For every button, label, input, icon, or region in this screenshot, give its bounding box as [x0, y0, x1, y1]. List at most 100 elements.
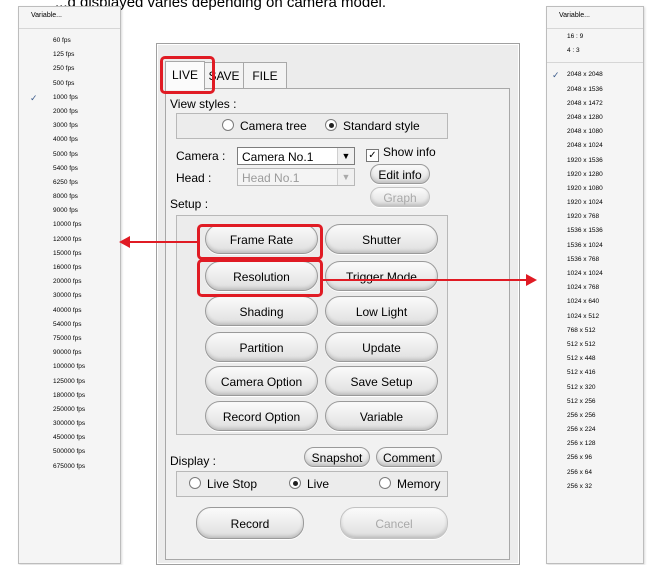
resolution-menu-item[interactable]: 512 x 320: [547, 381, 643, 395]
aspect-menu-item[interactable]: 16 : 9: [547, 30, 643, 44]
fps-menu-item[interactable]: 3000 fps: [19, 119, 120, 133]
fps-menu-item[interactable]: 10000 fps: [19, 218, 120, 232]
resolution-highlight: [197, 259, 323, 297]
radio-live-stop[interactable]: Live Stop: [189, 477, 257, 491]
fps-menu-item[interactable]: 15000 fps: [19, 247, 120, 261]
shutter-button[interactable]: Shutter: [325, 224, 438, 254]
fps-menu-item[interactable]: 90000 fps: [19, 346, 120, 360]
fps-menu-item[interactable]: 6250 fps: [19, 176, 120, 190]
fps-menu-item[interactable]: 16000 fps: [19, 261, 120, 275]
resolution-menu-item[interactable]: 256 x 32: [547, 480, 643, 494]
fps-menu-item[interactable]: 180000 fps: [19, 389, 120, 403]
fps-menu-item[interactable]: 125000 fps: [19, 375, 120, 389]
fps-menu-item[interactable]: 30000 fps: [19, 289, 120, 303]
fps-menu-item[interactable]: 75000 fps: [19, 332, 120, 346]
shading-button[interactable]: Shading: [205, 296, 318, 326]
resolution-menu-item[interactable]: 2048 x 1472: [547, 97, 643, 111]
camera-option-button[interactable]: Camera Option: [205, 366, 318, 396]
head-select[interactable]: Head No.1 ▼: [237, 168, 355, 186]
radio-standard-style[interactable]: Standard style: [325, 119, 420, 133]
fps-menu-item[interactable]: 300000 fps: [19, 417, 120, 431]
resolution-menu-item[interactable]: 2048 x 1536: [547, 83, 643, 97]
resolution-menu-item[interactable]: 256 x 256: [547, 409, 643, 423]
fps-menu-item[interactable]: 4000 fps: [19, 133, 120, 147]
low-light-button[interactable]: Low Light: [325, 296, 438, 326]
camera-select[interactable]: Camera No.1 ▼: [237, 147, 355, 165]
trigger-mode-button[interactable]: Trigger Mode: [325, 261, 438, 291]
fps-menu-item[interactable]: 5000 fps: [19, 148, 120, 162]
fps-menu-item[interactable]: 8000 fps: [19, 190, 120, 204]
partition-button[interactable]: Partition: [205, 332, 318, 362]
resolution-menu-item[interactable]: 512 x 416: [547, 366, 643, 380]
menu-divider: [547, 62, 643, 64]
resolution-menu-item[interactable]: 1920 x 1024: [547, 196, 643, 210]
arrow-right-icon: [526, 274, 537, 286]
resolution-menu-item[interactable]: 1024 x 512: [547, 310, 643, 324]
resolution-menu-item[interactable]: 256 x 128: [547, 437, 643, 451]
fps-menu-item[interactable]: 500 fps: [19, 77, 120, 91]
chevron-down-icon: ▼: [337, 148, 354, 164]
record-option-button[interactable]: Record Option: [205, 401, 318, 431]
graph-button[interactable]: Graph: [370, 187, 430, 207]
resolution-menu-item[interactable]: 2048 x 1080: [547, 125, 643, 139]
resolution-menu-item[interactable]: 256 x 224: [547, 423, 643, 437]
display-label: Display :: [170, 454, 217, 468]
resolution-menu-item[interactable]: 2048 x 1024: [547, 139, 643, 153]
fps-menu-item[interactable]: 12000 fps: [19, 233, 120, 247]
fps-menu-item[interactable]: 60 fps: [19, 34, 120, 48]
resolution-menu-item[interactable]: 2048 x 2048: [547, 68, 643, 82]
resolution-menu-item[interactable]: 1920 x 1536: [547, 154, 643, 168]
tab-file[interactable]: FILE: [243, 62, 287, 89]
variable-button[interactable]: Variable: [325, 401, 438, 431]
snapshot-button[interactable]: Snapshot: [304, 447, 370, 467]
fps-menu-item[interactable]: 250 fps: [19, 62, 120, 76]
fps-menu-item[interactable]: 1000 fps: [19, 91, 120, 105]
fps-menu-item[interactable]: 675000 fps: [19, 460, 120, 474]
resolution-menu-item[interactable]: 1024 x 1024: [547, 267, 643, 281]
resolution-menu-item[interactable]: 512 x 256: [547, 395, 643, 409]
fps-menu-item[interactable]: 125 fps: [19, 48, 120, 62]
resolution-menu-item[interactable]: 512 x 512: [547, 338, 643, 352]
resolution-menu-item[interactable]: 256 x 64: [547, 466, 643, 480]
radio-memory-dot: [379, 477, 391, 489]
fps-menu-header[interactable]: Variable...: [19, 7, 120, 29]
resolution-menu-item[interactable]: 1536 x 1024: [547, 239, 643, 253]
fps-menu-item[interactable]: 5400 fps: [19, 162, 120, 176]
res-menu-header[interactable]: Variable...: [547, 7, 643, 29]
fps-menu-item[interactable]: 250000 fps: [19, 403, 120, 417]
resolution-menu-item[interactable]: 256 x 96: [547, 451, 643, 465]
record-button[interactable]: Record: [196, 507, 304, 539]
resolution-menu-item[interactable]: 1920 x 768: [547, 210, 643, 224]
aspect-menu-item[interactable]: 4 : 3: [547, 44, 643, 58]
cancel-button[interactable]: Cancel: [340, 507, 448, 539]
save-setup-button[interactable]: Save Setup: [325, 366, 438, 396]
radio-live-stop-label: Live Stop: [207, 477, 258, 491]
radio-camera-tree[interactable]: Camera tree: [222, 119, 307, 133]
radio-memory[interactable]: Memory: [379, 477, 440, 491]
resolution-menu-item[interactable]: 1024 x 768: [547, 281, 643, 295]
radio-standard-style-label: Standard style: [343, 119, 420, 133]
resolution-menu-item[interactable]: 1024 x 640: [547, 295, 643, 309]
fps-menu-item[interactable]: 40000 fps: [19, 304, 120, 318]
fps-menu-item[interactable]: 2000 fps: [19, 105, 120, 119]
resolution-menu-item[interactable]: 1920 x 1280: [547, 168, 643, 182]
radio-live-dot: [289, 477, 301, 489]
resolution-menu-item[interactable]: 768 x 512: [547, 324, 643, 338]
radio-live[interactable]: Live: [289, 477, 329, 491]
update-button[interactable]: Update: [325, 332, 438, 362]
fps-menu-item[interactable]: 54000 fps: [19, 318, 120, 332]
tab-live[interactable]: LIVE: [165, 61, 205, 90]
fps-menu-item[interactable]: 20000 fps: [19, 275, 120, 289]
resolution-menu-item[interactable]: 2048 x 1280: [547, 111, 643, 125]
fps-menu-item[interactable]: 450000 fps: [19, 431, 120, 445]
resolution-menu-item[interactable]: 1536 x 1536: [547, 224, 643, 238]
show-info-checkbox[interactable]: ✓ Show info: [366, 145, 436, 162]
resolution-menu-item[interactable]: 1920 x 1080: [547, 182, 643, 196]
fps-menu-item[interactable]: 500000 fps: [19, 445, 120, 459]
comment-button[interactable]: Comment: [376, 447, 442, 467]
resolution-menu-item[interactable]: 1536 x 768: [547, 253, 643, 267]
fps-menu-item[interactable]: 9000 fps: [19, 204, 120, 218]
edit-info-button[interactable]: Edit info: [370, 164, 430, 184]
resolution-menu-item[interactable]: 512 x 448: [547, 352, 643, 366]
fps-menu-item[interactable]: 100000 fps: [19, 360, 120, 374]
